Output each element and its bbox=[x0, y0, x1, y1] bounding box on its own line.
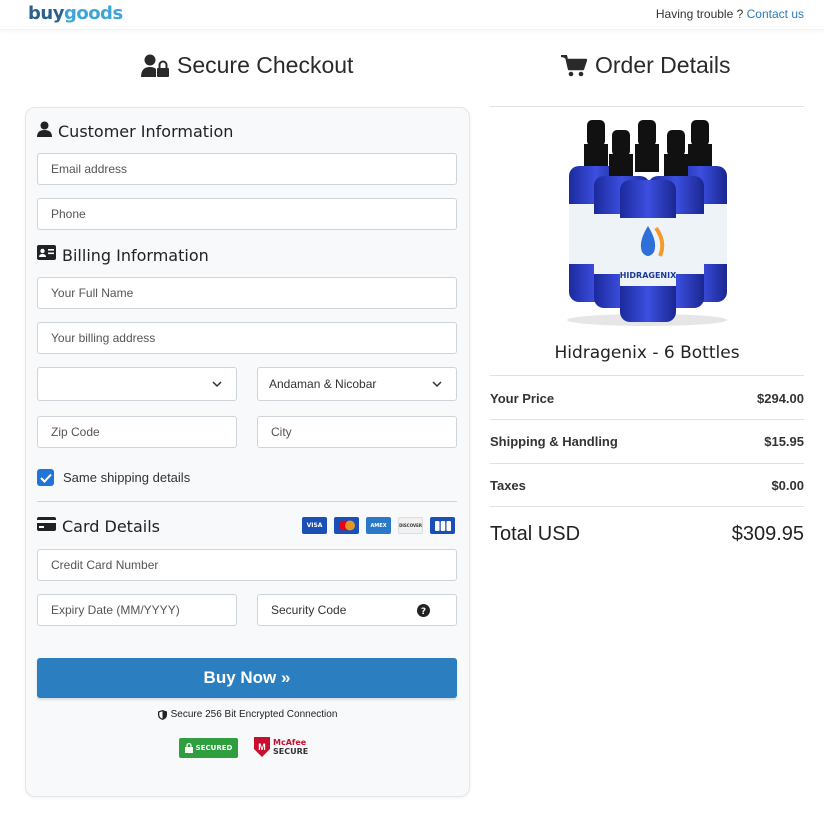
secure-checkout-title: Secure Checkout bbox=[141, 52, 353, 79]
jcb-icon bbox=[430, 517, 455, 534]
security-code-field[interactable]: Security Code ? bbox=[257, 594, 457, 626]
help-text: Having trouble ? Contact us bbox=[655, 7, 804, 21]
zip-code-field[interactable]: Zip Code bbox=[37, 416, 237, 448]
order-divider bbox=[490, 506, 804, 507]
lock-icon bbox=[184, 743, 193, 753]
price-row: Your Price $294.00 bbox=[490, 391, 804, 406]
buy-now-button[interactable]: Buy Now » bbox=[37, 658, 457, 698]
order-divider bbox=[490, 419, 804, 420]
phone-field[interactable]: Phone bbox=[37, 198, 457, 230]
card-details-heading: Card Details bbox=[37, 516, 160, 536]
top-bar: buygoods Having trouble ? Contact us bbox=[0, 0, 824, 30]
discover-icon: DISCOVER bbox=[398, 517, 423, 534]
secured-badge: SECURED bbox=[179, 738, 238, 758]
country-select[interactable] bbox=[37, 367, 237, 401]
state-select[interactable]: Andaman & Nicobar bbox=[257, 367, 457, 401]
total-label: Total USD bbox=[490, 523, 581, 545]
id-card-icon bbox=[37, 245, 56, 265]
order-top-divider bbox=[490, 106, 804, 107]
user-lock-icon bbox=[141, 54, 169, 78]
question-circle-icon[interactable]: ? bbox=[417, 603, 430, 617]
shipping-row: Shipping & Handling $15.95 bbox=[490, 434, 804, 449]
buygoods-logo[interactable]: buygoods bbox=[28, 3, 123, 24]
contact-us-link[interactable]: Contact us bbox=[747, 7, 804, 21]
order-divider bbox=[490, 463, 804, 464]
svg-text:?: ? bbox=[421, 607, 426, 617]
section-divider bbox=[37, 501, 457, 502]
same-shipping-label: Same shipping details bbox=[63, 470, 191, 485]
checkmark-icon bbox=[39, 473, 52, 483]
user-icon bbox=[37, 121, 52, 142]
mcafee-secure-badge: M McAfee SECURE bbox=[254, 737, 308, 757]
product-image: HIDRAGENIX bbox=[567, 120, 727, 326]
mcafee-shield-icon: M bbox=[254, 737, 270, 757]
city-field[interactable]: City bbox=[257, 416, 457, 448]
mastercard-icon bbox=[334, 517, 359, 534]
amex-icon: AMEX bbox=[366, 517, 391, 534]
chevron-down-icon bbox=[212, 381, 222, 388]
expiry-date-field[interactable]: Expiry Date (MM/YYYY) bbox=[37, 594, 237, 626]
visa-icon: VISA bbox=[302, 517, 327, 534]
total-value: $309.95 bbox=[731, 523, 804, 545]
shield-icon bbox=[157, 709, 167, 720]
accepted-cards: VISA AMEX DISCOVER bbox=[302, 517, 455, 534]
total-row: Total USD $309.95 bbox=[490, 523, 804, 546]
product-name: Hidragenix - 6 Bottles bbox=[554, 343, 740, 363]
secure-connection-note: Secure 256 Bit Encrypted Connection bbox=[0, 709, 495, 720]
credit-card-number-field[interactable]: Credit Card Number bbox=[37, 549, 457, 581]
taxes-row: Taxes $0.00 bbox=[490, 478, 804, 493]
credit-card-icon bbox=[37, 516, 56, 536]
order-divider bbox=[490, 375, 804, 376]
full-name-field[interactable]: Your Full Name bbox=[37, 277, 457, 309]
billing-address-field[interactable]: Your billing address bbox=[37, 322, 457, 354]
same-shipping-row: Same shipping details bbox=[37, 469, 190, 486]
order-details-title: Order Details bbox=[561, 52, 730, 79]
customer-info-heading: Customer Information bbox=[37, 121, 233, 142]
same-shipping-checkbox[interactable] bbox=[37, 469, 54, 486]
billing-info-heading: Billing Information bbox=[37, 245, 209, 265]
shopping-cart-icon bbox=[561, 54, 587, 77]
email-field[interactable]: Email address bbox=[37, 153, 457, 185]
chevron-down-icon bbox=[432, 381, 442, 388]
product-label-text: HIDRAGENIX bbox=[620, 271, 677, 280]
